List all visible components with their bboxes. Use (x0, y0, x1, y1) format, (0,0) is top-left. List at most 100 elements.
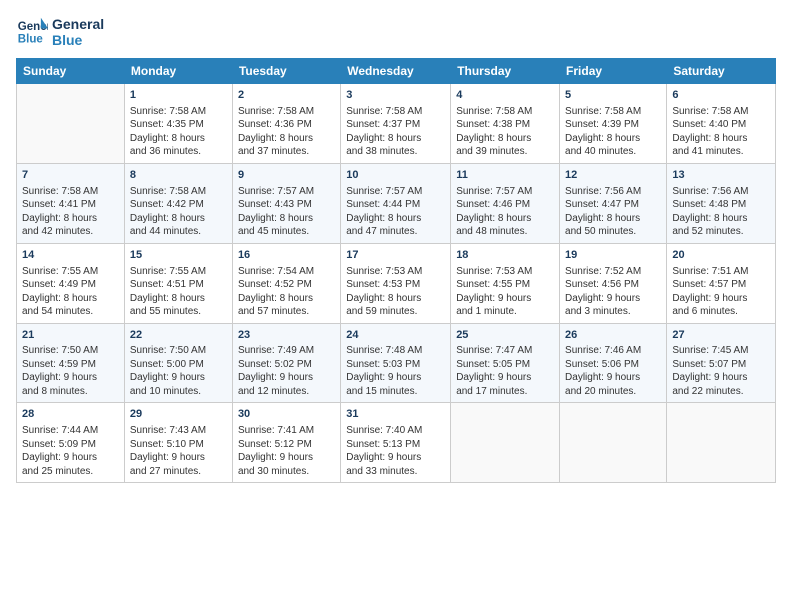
day-info: Sunrise: 7:40 AMSunset: 5:13 PMDaylight:… (346, 424, 445, 478)
day-info: Sunrise: 7:44 AMSunset: 5:09 PMDaylight:… (22, 424, 119, 478)
day-number: 1 (130, 88, 227, 103)
day-number: 30 (238, 407, 335, 422)
day-number: 18 (456, 248, 554, 263)
day-number: 10 (346, 168, 445, 183)
day-number: 9 (238, 168, 335, 183)
day-info: Sunrise: 7:58 AMSunset: 4:36 PMDaylight:… (238, 105, 335, 159)
calendar-day-cell: 31 Sunrise: 7:40 AMSunset: 5:13 PMDayligh… (341, 403, 451, 483)
logo-general: General (52, 16, 104, 32)
calendar-table: SundayMondayTuesdayWednesdayThursdayFrid… (16, 58, 776, 483)
day-number: 15 (130, 248, 227, 263)
calendar-day-cell (17, 84, 125, 164)
day-info: Sunrise: 7:56 AMSunset: 4:47 PMDaylight:… (565, 185, 661, 239)
day-number: 11 (456, 168, 554, 183)
calendar-day-header: Sunday (17, 59, 125, 84)
calendar-day-cell: 18 Sunrise: 7:53 AMSunset: 4:55 PMDayligh… (451, 243, 560, 323)
calendar-day-cell: 16 Sunrise: 7:54 AMSunset: 4:52 PMDayligh… (232, 243, 340, 323)
day-info: Sunrise: 7:51 AMSunset: 4:57 PMDaylight:… (672, 265, 770, 319)
day-info: Sunrise: 7:50 AMSunset: 5:00 PMDaylight:… (130, 344, 227, 398)
day-number: 22 (130, 328, 227, 343)
day-info: Sunrise: 7:53 AMSunset: 4:53 PMDaylight:… (346, 265, 445, 319)
day-info: Sunrise: 7:43 AMSunset: 5:10 PMDaylight:… (130, 424, 227, 478)
day-number: 21 (22, 328, 119, 343)
day-number: 16 (238, 248, 335, 263)
calendar-day-cell: 1Sunrise: 7:58 AMSunset: 4:35 PMDaylight… (124, 84, 232, 164)
calendar-day-header: Saturday (667, 59, 776, 84)
calendar-day-cell: 24Sunrise: 7:48 AMSunset: 5:03 PMDayligh… (341, 323, 451, 403)
calendar-day-cell: 9 Sunrise: 7:57 AMSunset: 4:43 PMDaylight… (232, 163, 340, 243)
calendar-day-cell (667, 403, 776, 483)
calendar-day-cell: 20 Sunrise: 7:51 AMSunset: 4:57 PMDayligh… (667, 243, 776, 323)
day-info: Sunrise: 7:58 AMSunset: 4:39 PMDaylight:… (565, 105, 661, 159)
day-number: 12 (565, 168, 661, 183)
calendar-day-cell: 15 Sunrise: 7:55 AMSunset: 4:51 PMDayligh… (124, 243, 232, 323)
calendar-day-cell: 25Sunrise: 7:47 AMSunset: 5:05 PMDayligh… (451, 323, 560, 403)
header-area: General Blue General Blue (16, 16, 776, 48)
day-number: 29 (130, 407, 227, 422)
calendar-day-cell: 26Sunrise: 7:46 AMSunset: 5:06 PMDayligh… (560, 323, 667, 403)
calendar-day-header: Thursday (451, 59, 560, 84)
calendar-day-cell: 28 Sunrise: 7:44 AMSunset: 5:09 PMDayligh… (17, 403, 125, 483)
day-number: 20 (672, 248, 770, 263)
day-number: 6 (672, 88, 770, 103)
day-info: Sunrise: 7:48 AMSunset: 5:03 PMDaylight:… (346, 344, 445, 398)
day-info: Sunrise: 7:58 AMSunset: 4:37 PMDaylight:… (346, 105, 445, 159)
day-info: Sunrise: 7:55 AMSunset: 4:51 PMDaylight:… (130, 265, 227, 319)
calendar-day-cell: 30Sunrise: 7:41 AMSunset: 5:12 PMDayligh… (232, 403, 340, 483)
day-number: 26 (565, 328, 661, 343)
day-info: Sunrise: 7:52 AMSunset: 4:56 PMDaylight:… (565, 265, 661, 319)
logo-icon: General Blue (16, 16, 48, 48)
svg-text:Blue: Blue (18, 34, 44, 46)
day-info: Sunrise: 7:58 AMSunset: 4:40 PMDaylight:… (672, 105, 770, 159)
calendar-day-cell: 7 Sunrise: 7:58 AMSunset: 4:41 PMDaylight… (17, 163, 125, 243)
calendar-day-cell: 21Sunrise: 7:50 AMSunset: 4:59 PMDayligh… (17, 323, 125, 403)
calendar-day-cell: 14Sunrise: 7:55 AMSunset: 4:49 PMDayligh… (17, 243, 125, 323)
day-number: 24 (346, 328, 445, 343)
calendar-day-cell: 17 Sunrise: 7:53 AMSunset: 4:53 PMDayligh… (341, 243, 451, 323)
day-info: Sunrise: 7:53 AMSunset: 4:55 PMDaylight:… (456, 265, 554, 319)
day-number: 27 (672, 328, 770, 343)
calendar-day-cell: 27Sunrise: 7:45 AMSunset: 5:07 PMDayligh… (667, 323, 776, 403)
calendar-day-header: Wednesday (341, 59, 451, 84)
day-info: Sunrise: 7:57 AMSunset: 4:46 PMDaylight:… (456, 185, 554, 239)
calendar-day-cell: 5 Sunrise: 7:58 AMSunset: 4:39 PMDaylight… (560, 84, 667, 164)
day-info: Sunrise: 7:57 AMSunset: 4:44 PMDaylight:… (346, 185, 445, 239)
calendar-container: General Blue General Blue SundayMondayTu… (0, 0, 792, 493)
day-number: 4 (456, 88, 554, 103)
calendar-day-header: Tuesday (232, 59, 340, 84)
day-info: Sunrise: 7:46 AMSunset: 5:06 PMDaylight:… (565, 344, 661, 398)
day-info: Sunrise: 7:58 AMSunset: 4:41 PMDaylight:… (22, 185, 119, 239)
day-number: 3 (346, 88, 445, 103)
day-info: Sunrise: 7:49 AMSunset: 5:02 PMDaylight:… (238, 344, 335, 398)
calendar-week-row: 7 Sunrise: 7:58 AMSunset: 4:41 PMDaylight… (17, 163, 776, 243)
calendar-day-cell: 22Sunrise: 7:50 AMSunset: 5:00 PMDayligh… (124, 323, 232, 403)
day-number: 28 (22, 407, 119, 422)
calendar-day-cell: 29 Sunrise: 7:43 AMSunset: 5:10 PMDayligh… (124, 403, 232, 483)
day-info: Sunrise: 7:58 AMSunset: 4:38 PMDaylight:… (456, 105, 554, 159)
day-info: Sunrise: 7:57 AMSunset: 4:43 PMDaylight:… (238, 185, 335, 239)
day-number: 14 (22, 248, 119, 263)
calendar-week-row: 21Sunrise: 7:50 AMSunset: 4:59 PMDayligh… (17, 323, 776, 403)
day-number: 19 (565, 248, 661, 263)
day-number: 5 (565, 88, 661, 103)
day-number: 7 (22, 168, 119, 183)
day-info: Sunrise: 7:45 AMSunset: 5:07 PMDaylight:… (672, 344, 770, 398)
calendar-day-cell: 11 Sunrise: 7:57 AMSunset: 4:46 PMDayligh… (451, 163, 560, 243)
calendar-header-row: SundayMondayTuesdayWednesdayThursdayFrid… (17, 59, 776, 84)
calendar-week-row: 14Sunrise: 7:55 AMSunset: 4:49 PMDayligh… (17, 243, 776, 323)
calendar-day-cell: 19 Sunrise: 7:52 AMSunset: 4:56 PMDayligh… (560, 243, 667, 323)
calendar-week-row: 1Sunrise: 7:58 AMSunset: 4:35 PMDaylight… (17, 84, 776, 164)
day-info: Sunrise: 7:54 AMSunset: 4:52 PMDaylight:… (238, 265, 335, 319)
calendar-day-cell: 4 Sunrise: 7:58 AMSunset: 4:38 PMDaylight… (451, 84, 560, 164)
day-number: 31 (346, 407, 445, 422)
day-number: 17 (346, 248, 445, 263)
logo: General Blue General Blue (16, 16, 104, 48)
calendar-day-cell: 12 Sunrise: 7:56 AMSunset: 4:47 PMDayligh… (560, 163, 667, 243)
day-info: Sunrise: 7:50 AMSunset: 4:59 PMDaylight:… (22, 344, 119, 398)
day-info: Sunrise: 7:56 AMSunset: 4:48 PMDaylight:… (672, 185, 770, 239)
day-number: 25 (456, 328, 554, 343)
calendar-day-cell (451, 403, 560, 483)
day-info: Sunrise: 7:58 AMSunset: 4:42 PMDaylight:… (130, 185, 227, 239)
calendar-day-cell: 13Sunrise: 7:56 AMSunset: 4:48 PMDayligh… (667, 163, 776, 243)
calendar-day-cell: 8Sunrise: 7:58 AMSunset: 4:42 PMDaylight… (124, 163, 232, 243)
